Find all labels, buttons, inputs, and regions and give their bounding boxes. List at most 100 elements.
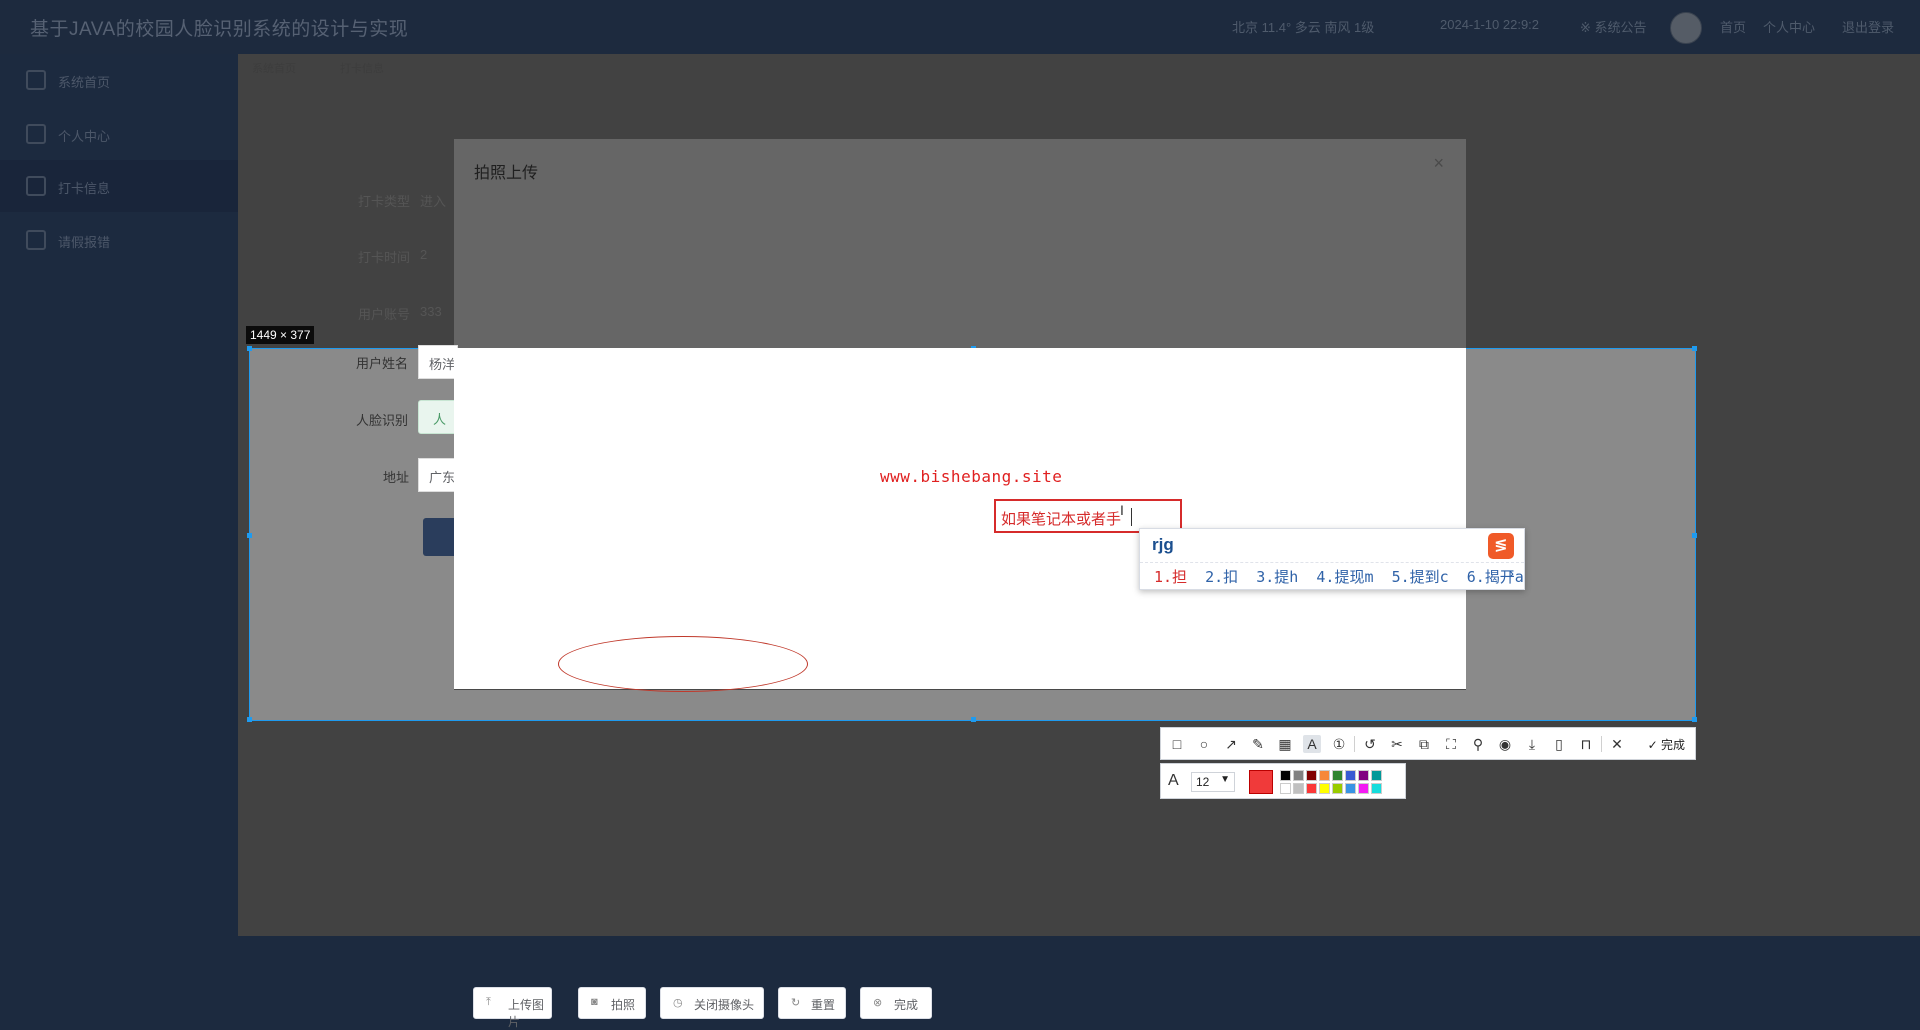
color-swatch[interactable] (1293, 770, 1304, 781)
dialog-body: ⤒ 上传图片 ◙ 拍照 ◷ 关闭摄像头 ↻ 重置 ⊗ 完成 (454, 348, 1466, 1029)
address-input[interactable]: 广东 (418, 458, 458, 492)
color-swatch[interactable] (1306, 770, 1317, 781)
color-swatch[interactable] (1371, 783, 1382, 794)
chevron-right-icon[interactable]: › (1509, 565, 1514, 582)
resize-handle[interactable] (1692, 346, 1697, 351)
download-icon[interactable]: ⤓ (1523, 735, 1541, 753)
user-name-input[interactable]: 杨洋 (418, 345, 458, 379)
form-label: 打卡时间 (357, 250, 410, 265)
resize-handle[interactable] (247, 717, 252, 722)
submit-button[interactable] (423, 518, 457, 556)
record-icon[interactable]: ◉ (1496, 735, 1514, 753)
color-swatch[interactable] (1371, 770, 1382, 781)
finish-button[interactable]: ⊗ 完成 (860, 987, 932, 1019)
color-swatch[interactable] (1345, 770, 1356, 781)
close-icon[interactable]: × (1433, 153, 1444, 174)
take-photo-button[interactable]: ◙ 拍照 (578, 987, 646, 1019)
cancel-icon[interactable]: ✕ (1608, 735, 1626, 753)
color-swatch[interactable] (1280, 783, 1291, 794)
sidebar-item-label: 打卡信息 (58, 181, 111, 196)
ime-candidate-window: rjg ≶ 1.担 2.扣 3.提h 4.提现m 5.提到c 6.揭开a › (1139, 528, 1525, 590)
form-value[interactable]: 进入 (420, 191, 446, 210)
sidebar-item-profile[interactable]: 个人中心 (0, 108, 238, 160)
font-size-value: 12 (1196, 775, 1210, 789)
color-swatch[interactable] (1280, 770, 1291, 781)
text-annotation[interactable]: 如果笔记本或者手 (1001, 508, 1121, 529)
nav-profile-link[interactable]: 个人中心 (1763, 17, 1815, 36)
clock-icon: ◷ (673, 997, 683, 1009)
color-swatch[interactable] (1293, 783, 1304, 794)
arrow-icon[interactable]: ↗ (1222, 735, 1240, 753)
number-icon[interactable]: ① (1330, 735, 1348, 753)
nav-home-link[interactable]: 首页 (1720, 17, 1746, 36)
ime-logo-icon[interactable]: ≶ (1488, 533, 1514, 559)
breadcrumb-home[interactable]: 系统首页 (252, 60, 296, 76)
sidebar: 系统首页 个人中心 打卡信息 请假报错 (0, 54, 238, 936)
card-icon (26, 124, 46, 144)
ime-candidate[interactable]: 1.担 (1154, 568, 1187, 586)
face-recognition-button[interactable]: 人 (418, 400, 458, 434)
nav-logout-link[interactable]: 退出登录 (1842, 17, 1894, 36)
ime-candidate[interactable]: 6.揭开a (1467, 568, 1524, 586)
pin-icon[interactable]: ⚲ (1469, 735, 1487, 753)
button-label: 上传图片 (508, 998, 545, 1029)
ime-candidate[interactable]: 4.提现m (1316, 568, 1373, 586)
watermark-text: www.bishebang.site (880, 467, 1063, 486)
sidebar-item-leave[interactable]: 请假报错 (0, 214, 238, 266)
current-color-swatch[interactable] (1249, 770, 1273, 794)
resize-handle[interactable] (1692, 533, 1697, 538)
system-notice-link[interactable]: ※ 系统公告 (1580, 17, 1647, 36)
form-value[interactable]: 2 (420, 247, 427, 262)
color-swatch[interactable] (1306, 783, 1317, 794)
sidebar-item-checkin[interactable]: 打卡信息 (0, 160, 238, 212)
resize-handle[interactable] (247, 533, 252, 538)
ellipse-icon[interactable]: ○ (1195, 735, 1213, 753)
font-size-icon: A (1168, 772, 1179, 789)
font-size-select[interactable]: 12 ▼ (1191, 772, 1235, 792)
form-value[interactable]: 333 (420, 304, 442, 319)
reset-button[interactable]: ↻ 重置 (778, 987, 846, 1019)
sidebar-item-label: 系统首页 (58, 75, 111, 90)
app-title: 基于JAVA的校园人脸识别系统的设计与实现 (30, 19, 409, 40)
color-swatch[interactable] (1332, 783, 1343, 794)
chevron-down-icon: ▼ (1220, 774, 1230, 785)
sidebar-item-home[interactable]: 系统首页 (0, 54, 238, 106)
pen-icon[interactable]: ✎ (1249, 735, 1267, 753)
resize-handle[interactable] (971, 717, 976, 722)
breadcrumb-current: 打卡信息 (340, 63, 384, 75)
ime-candidate[interactable]: 5.提到c (1392, 568, 1449, 586)
rectangle-icon[interactable]: □ (1168, 735, 1186, 753)
text-cursor-icon: I (1120, 502, 1124, 518)
upload-image-button[interactable]: ⤒ 上传图片 (473, 987, 552, 1029)
color-swatch[interactable] (1345, 783, 1356, 794)
ellipse-annotation[interactable] (558, 636, 808, 692)
close-camera-button[interactable]: ◷ 关闭摄像头 (660, 987, 764, 1019)
selection-size-badge: 1449 × 377 (246, 326, 315, 344)
undo-icon[interactable]: ↺ (1361, 735, 1379, 753)
color-swatch[interactable] (1358, 770, 1369, 781)
ime-candidate[interactable]: 2.扣 (1205, 568, 1238, 586)
color-swatch[interactable] (1319, 770, 1330, 781)
mosaic-icon[interactable]: ▦ (1276, 735, 1294, 753)
color-swatch[interactable] (1358, 783, 1369, 794)
text-icon[interactable]: A (1303, 735, 1321, 753)
color-swatch[interactable] (1319, 783, 1330, 794)
button-label: 关闭摄像头 (694, 998, 755, 1012)
save-icon[interactable]: ▯ (1550, 735, 1568, 753)
scan-icon[interactable]: ⛶ (1442, 735, 1460, 753)
ime-candidate[interactable]: 3.提h (1256, 568, 1298, 586)
bookmark-icon[interactable]: ⊓ (1577, 735, 1595, 753)
done-button[interactable]: ✓ 完成 (1648, 736, 1685, 753)
avatar[interactable] (1670, 12, 1702, 44)
color-swatch[interactable] (1332, 770, 1343, 781)
scissors-icon[interactable]: ✂ (1388, 735, 1406, 753)
resize-handle[interactable] (247, 346, 252, 351)
form-value: 杨洋 (429, 357, 456, 372)
resize-handle[interactable] (1692, 717, 1697, 722)
ime-composition: rjg (1152, 535, 1174, 554)
done-label: 完成 (1660, 738, 1685, 752)
datetime: 2024-1-10 22:9:2 (1440, 17, 1540, 32)
text-caret (1131, 508, 1132, 526)
weather-info: 北京 11.4° 多云 南风 1级 (1232, 20, 1375, 35)
ocr-icon[interactable]: ⧉ (1415, 735, 1433, 753)
